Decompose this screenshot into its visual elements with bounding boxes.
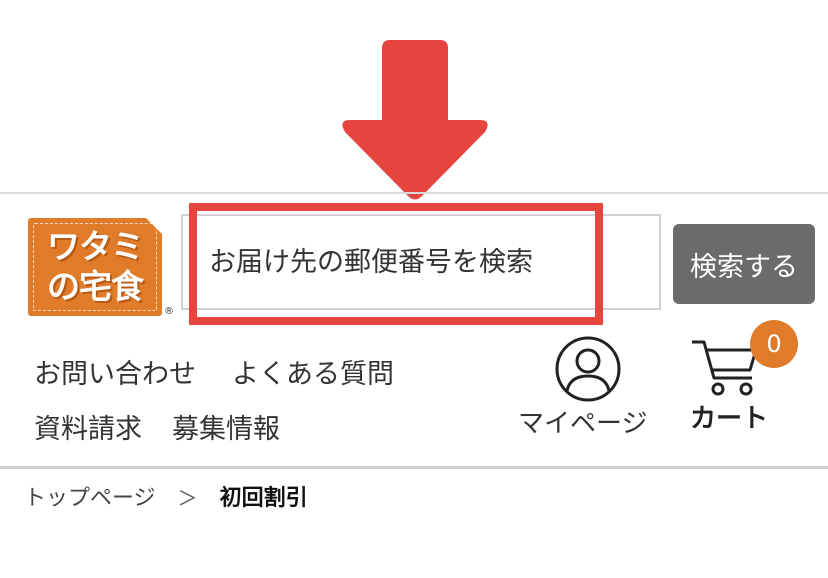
logo-text-line2: の宅食 bbox=[47, 267, 144, 306]
search-button[interactable]: 検索する bbox=[673, 224, 815, 304]
logo-corner-decoration bbox=[146, 218, 162, 234]
logo-text-line1: ワタミ bbox=[47, 227, 144, 266]
header-divider-top bbox=[0, 192, 828, 194]
brochure-request-link[interactable]: 資料請求 bbox=[34, 407, 142, 446]
faq-link[interactable]: よくある質問 bbox=[232, 352, 394, 391]
breadcrumb: トップページ ＞ 初回割引 bbox=[24, 480, 308, 512]
cart-count-badge: 0 bbox=[750, 320, 798, 368]
breadcrumb-home-link[interactable]: トップページ bbox=[24, 480, 156, 512]
postal-code-search-input[interactable] bbox=[183, 216, 659, 308]
chevron-right-icon: ＞ bbox=[177, 485, 198, 510]
watami-logo[interactable]: ワタミ の宅食 bbox=[28, 218, 162, 316]
registered-mark: ® bbox=[164, 306, 174, 317]
recruitment-link[interactable]: 募集情報 bbox=[172, 407, 280, 446]
breadcrumb-current: 初回割引 bbox=[219, 486, 308, 511]
contact-link[interactable]: お問い合わせ bbox=[34, 352, 196, 391]
postal-code-search-box bbox=[181, 214, 661, 310]
user-icon[interactable] bbox=[554, 335, 622, 403]
header-divider-bottom bbox=[0, 466, 828, 469]
down-arrow-icon bbox=[342, 40, 488, 200]
cart-label[interactable]: カート bbox=[690, 398, 768, 435]
mypage-label[interactable]: マイページ bbox=[518, 403, 647, 440]
